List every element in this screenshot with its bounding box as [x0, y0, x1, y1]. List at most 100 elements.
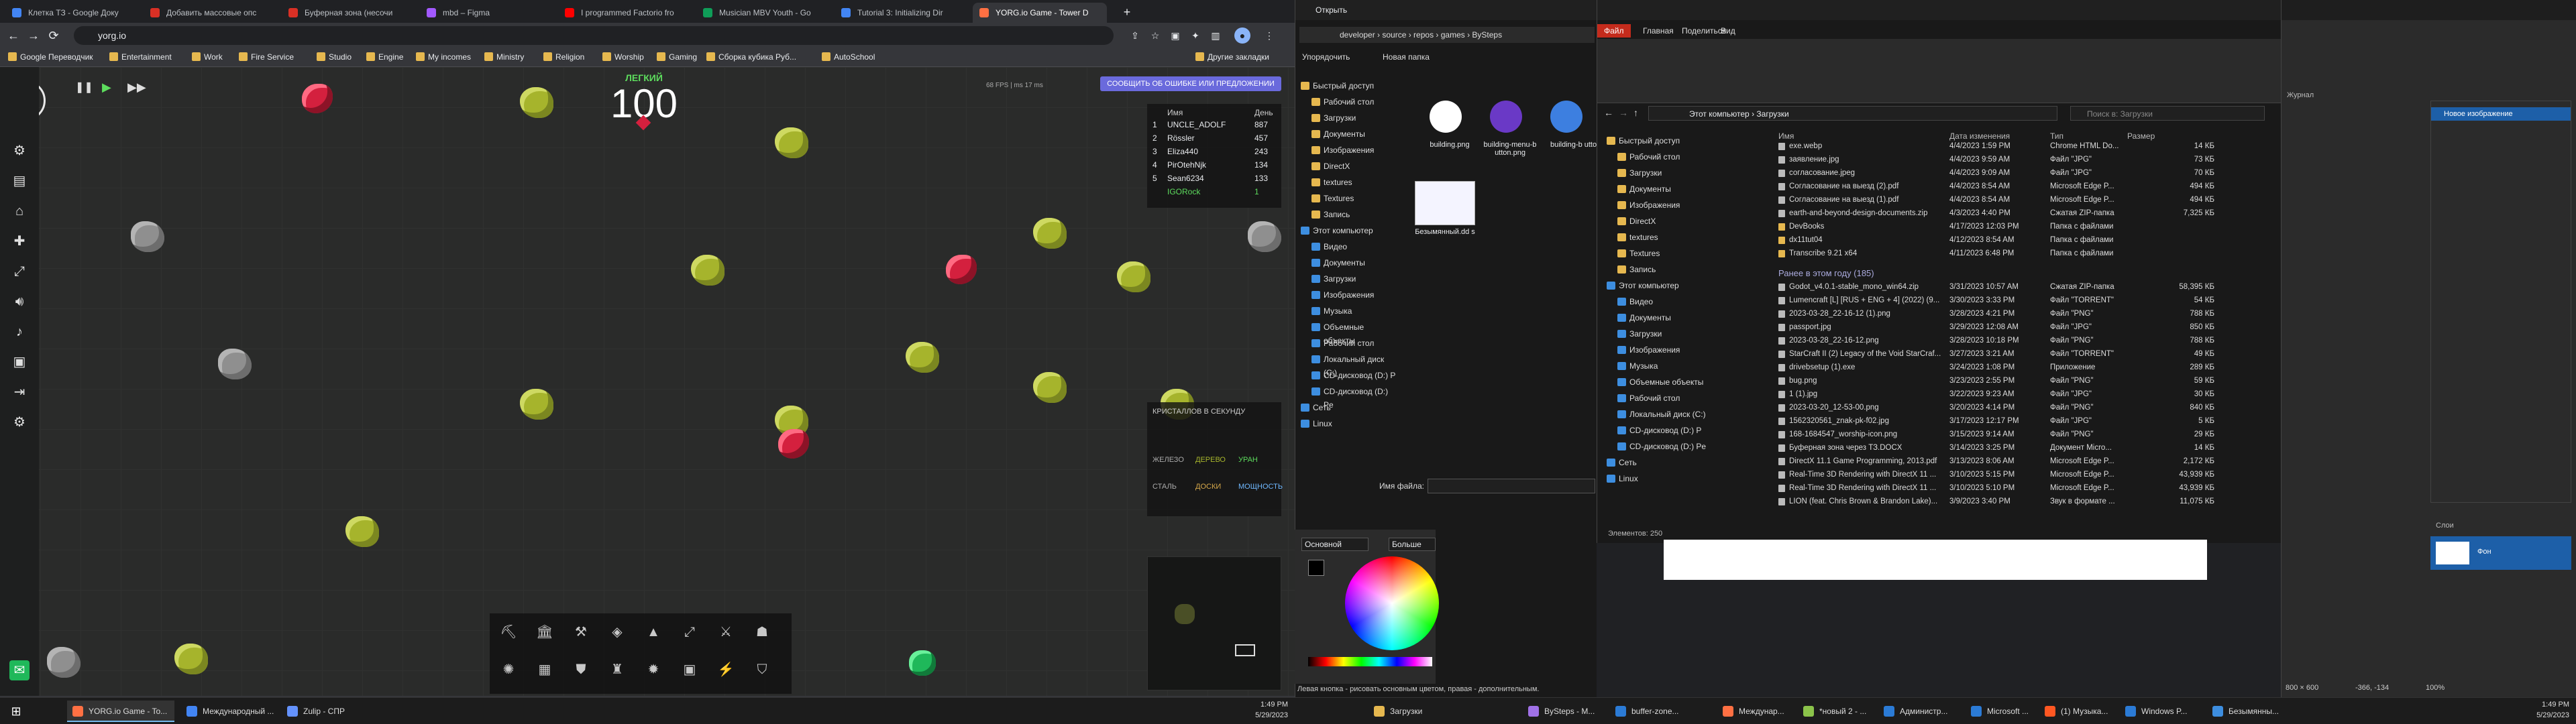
- paint-canvas[interactable]: [1664, 540, 2207, 580]
- file-thumb-building-button[interactable]: [1550, 101, 1582, 133]
- new-tab-icon[interactable]: +: [1119, 4, 1135, 20]
- reload-icon[interactable]: ⟳: [46, 27, 62, 44]
- fullscreen-icon[interactable]: ⤢: [9, 261, 30, 282]
- building-slot-icon[interactable]: ▣: [675, 655, 704, 684]
- bookmark-item[interactable]: Worship: [601, 51, 644, 63]
- building-slot-icon[interactable]: 🏛︎: [530, 617, 559, 647]
- file-row[interactable]: 168-1684547_worship-icon.png 3/15/2023 9:…: [1778, 429, 2275, 440]
- file-row[interactable]: StarCraft II (2) Legacy of the Void Star…: [1778, 349, 2275, 360]
- nav-item[interactable]: Локальный диск (C:): [1309, 353, 1396, 377]
- ruby-node[interactable]: [778, 429, 809, 459]
- bookmark-star-icon[interactable]: ☆: [1147, 27, 1163, 44]
- menu-kebab-icon[interactable]: ⋮: [1261, 27, 1277, 44]
- ruby-node[interactable]: [946, 255, 977, 284]
- inventory-icon[interactable]: ▤: [9, 171, 30, 191]
- browser-tab[interactable]: Tutorial 3: Initializing Dir: [835, 3, 969, 23]
- taskbar-item[interactable]: Безымянны...: [2207, 701, 2288, 722]
- file-row[interactable]: passport.jpg 3/29/2023 12:08 AM Файл "JPG"…: [1778, 322, 2275, 333]
- file-row[interactable]: Согласование на выезд (2).pdf 4/4/2023 8:…: [1778, 181, 2275, 192]
- file-thumb-dds[interactable]: [1415, 181, 1475, 225]
- file-row[interactable]: Real-Time 3D Rendering with DirectX 11 .…: [1778, 469, 2275, 481]
- file-row[interactable]: Transcribe 9.21 x64 4/11/2023 6:48 PM Папк…: [1778, 248, 2275, 259]
- taskbar-item[interactable]: Междунар...: [1717, 701, 1798, 722]
- clock-left[interactable]: 1:49 PM: [1234, 701, 1288, 709]
- puzzle-icon[interactable]: ✦: [1187, 27, 1203, 44]
- back-icon[interactable]: ←: [5, 27, 21, 44]
- crystal-node[interactable]: [520, 87, 553, 118]
- sidebar-icon[interactable]: ▥: [1208, 27, 1224, 44]
- color-mode-select[interactable]: Основной: [1301, 538, 1368, 551]
- file-thumb-building-menu[interactable]: [1490, 101, 1522, 133]
- nav-item[interactable]: Этот компьютер: [1298, 224, 1373, 237]
- nav-item[interactable]: Изображения: [1309, 288, 1374, 302]
- file-name-1[interactable]: building.png: [1423, 141, 1477, 149]
- building-slot-icon[interactable]: ⚡: [711, 655, 741, 684]
- file-row[interactable]: Real-Time 3D Rendering with DirectX 11 .…: [1778, 483, 2275, 494]
- minimap-viewport[interactable]: [1235, 644, 1255, 656]
- file-row[interactable]: exe.webp 4/4/2023 1:59 PM Chrome HTML Do..…: [1778, 141, 2275, 152]
- start-icon[interactable]: ⊞: [7, 702, 25, 721]
- extension-icon[interactable]: ▣: [1167, 27, 1183, 44]
- building-slot-icon[interactable]: ⛉: [747, 655, 777, 684]
- organize-button[interactable]: Упорядочить: [1302, 52, 1350, 62]
- chat-icon[interactable]: ✉: [9, 660, 30, 680]
- taskbar-item[interactable]: buffer-zone...: [1610, 701, 1690, 722]
- file-row[interactable]: Согласование на выезд (1).pdf 4/4/2023 8:…: [1778, 194, 2275, 206]
- building-slot-icon[interactable]: ✺: [494, 655, 523, 684]
- nav-item[interactable]: Документы: [1309, 256, 1365, 269]
- file-row[interactable]: 2023-03-20_12-53-00.png 3/20/2023 4:14 PM…: [1778, 402, 2275, 414]
- play-icon[interactable]: ▶: [102, 80, 115, 94]
- file-row[interactable]: согласование.jpeg 4/4/2023 9:09 AM Файл "J…: [1778, 168, 2275, 179]
- color-wheel[interactable]: [1345, 556, 1439, 650]
- game-canvas[interactable]: 1 ❚❚ ▶ ▶▶ ЛЕГКИЙ 100 68 FPS | ms 17 ms С…: [0, 67, 1295, 696]
- file-row[interactable]: dx11tut04 4/12/2023 8:54 AM Папка с файлам…: [1778, 235, 2275, 246]
- taskbar-item[interactable]: YORG.io Game - To...: [67, 701, 174, 722]
- zoom-level[interactable]: 100%: [2426, 684, 2445, 692]
- taskbar-item[interactable]: Администр...: [1878, 701, 1959, 722]
- nav-item[interactable]: Рабочий стол: [1309, 95, 1374, 109]
- crystal-node[interactable]: [345, 516, 379, 547]
- building-slot-icon[interactable]: ◈: [602, 617, 632, 647]
- crystal-node[interactable]: [691, 255, 724, 286]
- taskbar-item[interactable]: BySteps - M...: [1523, 701, 1603, 722]
- browser-tab[interactable]: Musician MBV Youth - Go: [696, 3, 830, 23]
- date-right[interactable]: 5/29/2023: [2516, 711, 2569, 719]
- date-left[interactable]: 5/29/2023: [1234, 711, 1288, 719]
- layer-item[interactable]: Фон: [2430, 536, 2571, 570]
- file-row[interactable]: 1562320561_znak-pk-f02.jpg 3/17/2023 12:1…: [1778, 416, 2275, 427]
- crystal-node[interactable]: [174, 644, 208, 674]
- bookmark-item[interactable]: Work: [191, 51, 223, 63]
- crystal-node[interactable]: [1033, 372, 1067, 403]
- file-row[interactable]: DirectX 11.1 Game Programming, 2013.pdf 3…: [1778, 456, 2275, 467]
- home-icon[interactable]: ⌂: [9, 201, 30, 221]
- exit-icon[interactable]: ⇥: [9, 382, 30, 402]
- bookmark-item[interactable]: My incomes: [415, 51, 471, 63]
- more-colors-button[interactable]: Больше: [1389, 538, 1436, 551]
- file-row[interactable]: Lumencraft [L] [RUS + ENG + 4] (2022) (9…: [1778, 295, 2275, 306]
- new-folder-button[interactable]: Новая папка: [1383, 52, 1430, 62]
- nav-item[interactable]: Запись: [1309, 208, 1350, 221]
- iron-rock[interactable]: [218, 349, 252, 379]
- crystal-node[interactable]: [1033, 218, 1067, 249]
- file-row[interactable]: 2023-03-28_22-16-12.png 3/28/2023 10:18 P…: [1778, 335, 2275, 347]
- file-row[interactable]: LION (feat. Chris Brown & Brandon Lake).…: [1778, 496, 2275, 507]
- nav-item[interactable]: Загрузки: [1309, 111, 1356, 125]
- primary-color-swatch[interactable]: [1308, 560, 1324, 576]
- fast-forward-icon[interactable]: ▶▶: [127, 80, 146, 94]
- building-slot-icon[interactable]: ▦: [530, 655, 559, 684]
- nav-item[interactable]: Linux: [1298, 417, 1332, 430]
- building-slot-icon[interactable]: ♜: [602, 655, 632, 684]
- file-thumb-building[interactable]: [1430, 101, 1462, 133]
- crystal-node[interactable]: [520, 389, 553, 420]
- file-row[interactable]: bug.png 3/23/2023 2:55 PM Файл "PNG" 59 КБ: [1778, 375, 2275, 387]
- iron-rock[interactable]: [1248, 221, 1281, 252]
- building-slot-icon[interactable]: ⛊: [566, 655, 596, 684]
- color-palette-strip[interactable]: [1308, 657, 1432, 666]
- bookmark-item[interactable]: Google Переводчик: [7, 51, 93, 63]
- tools-icon[interactable]: ✚: [9, 231, 30, 251]
- ruby-node[interactable]: [302, 84, 333, 113]
- nav-item[interactable]: Сеть: [1298, 401, 1331, 414]
- bookmark-item[interactable]: Studio: [315, 51, 352, 63]
- taskbar-item[interactable]: Zulip - СПР: [282, 701, 389, 722]
- file-row[interactable]: 2023-03-28_22-16-12 (1).png 3/28/2023 4:2…: [1778, 308, 2275, 320]
